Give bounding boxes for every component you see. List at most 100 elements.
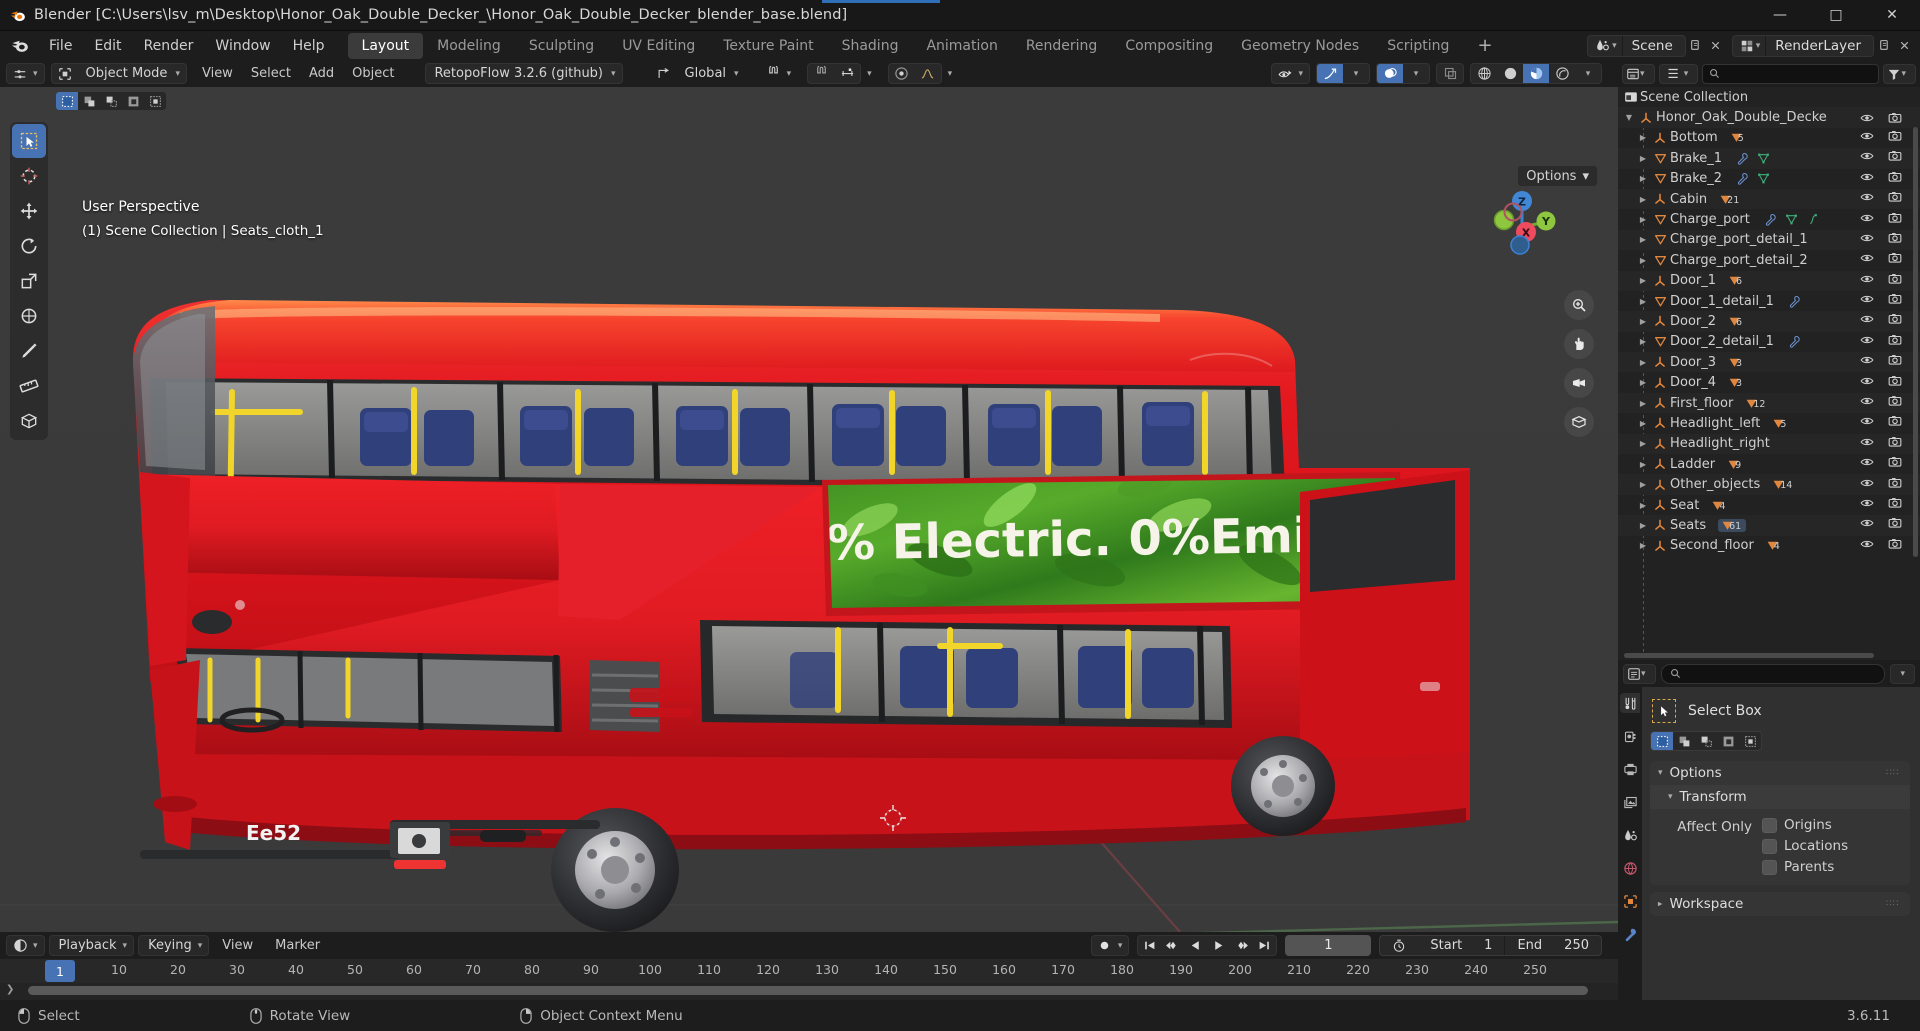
current-frame-field[interactable]: 1 [1285,935,1372,956]
affect-locations-checkbox[interactable]: Locations [1762,838,1848,854]
checkbox-box[interactable] [1762,817,1777,833]
viewport-3d[interactable]: 100% Electric. 0%Emissions. Ee52 ▾ Objec… [0,60,1618,932]
eye-icon[interactable] [1860,272,1874,290]
outliner-row[interactable]: ▶ Brake_2 [1618,169,1920,189]
select-intersect-icon[interactable] [144,92,166,110]
tool-select-set-icon[interactable] [1651,732,1673,750]
outliner-row[interactable]: ▶ Door_1 6 [1618,270,1920,291]
affect-origins-checkbox[interactable]: Origins [1762,817,1848,833]
camera-icon[interactable] [1888,496,1902,514]
row-visibility-icons[interactable] [1860,353,1902,371]
outliner-object-name[interactable]: Door_1_detail_1 [1670,294,1774,309]
outliner-row[interactable]: ▶ First_floor 12 [1618,392,1920,414]
outliner-filter-button[interactable]: ▾ [1883,63,1916,84]
row-visibility-icons[interactable] [1860,374,1902,392]
properties-editor[interactable]: ▾ ▾ Select Box ▾ Options ∷∷ ▾ Transform … [1618,660,1920,1031]
eye-icon[interactable] [1860,374,1874,392]
keying-menu[interactable]: Keying ▾ [138,935,210,956]
playback-menu[interactable]: Playback ▾ [48,935,135,956]
move-view-icon[interactable] [1564,329,1594,359]
outliner-row[interactable]: ▶ Charge_port_detail_1 [1618,229,1920,251]
toggle-camera-view-icon[interactable] [1564,368,1594,398]
viewport-nav-buttons[interactable] [1564,290,1594,437]
camera-icon[interactable] [1888,537,1902,555]
disclosure-triangle-icon[interactable]: ▶ [1636,297,1650,306]
tool-select-extend-icon[interactable] [1673,732,1695,750]
collection-disclosure-icon[interactable]: ▼ [1622,113,1636,122]
eye-icon[interactable] [1860,353,1874,371]
disclosure-triangle-icon[interactable]: ▶ [1636,256,1650,265]
zoom-view-icon[interactable] [1564,290,1594,320]
outliner-object-name[interactable]: Second_floor [1670,538,1754,553]
falloff-curve-icon[interactable] [915,64,941,83]
outliner-object-name[interactable]: Headlight_left [1670,416,1760,431]
viewport-render-area[interactable]: 100% Electric. 0%Emissions. Ee52 [0,60,1618,932]
disclosure-triangle-icon[interactable]: ▶ [1636,133,1650,142]
eye-icon[interactable] [1860,251,1874,269]
outliner-display-mode-selector[interactable]: ☰ ▾ [1658,63,1699,84]
timeline-menu-view[interactable]: View [213,935,262,956]
camera-icon[interactable] [1888,190,1902,208]
proportional-falloff-group[interactable] [887,63,942,84]
tab-modifiers[interactable] [1620,924,1640,944]
outliner-horizontal-scrollbar[interactable] [1624,653,1874,658]
end-frame-field[interactable]: End 250 [1505,936,1601,955]
disclosure-triangle-icon[interactable]: ▶ [1636,439,1650,448]
outliner-row[interactable]: ▶ Door_2_detail_1 [1618,332,1920,352]
eye-icon[interactable] [1860,231,1874,249]
menu-render[interactable]: Render [133,35,205,57]
properties-editor-type-selector[interactable]: ▾ [1623,663,1656,684]
row-visibility-icons[interactable] [1860,414,1902,432]
outliner-object-name[interactable]: Charge_port [1670,212,1750,227]
start-frame-value[interactable]: 1 [1484,938,1492,953]
camera-icon[interactable] [1888,211,1902,229]
transform-subpanel-header[interactable]: ▾ Transform [1650,785,1910,809]
overlay-toggle-group[interactable]: ▾ [1376,63,1430,84]
outliner-row[interactable]: ▶ Door_2 6 [1618,311,1920,332]
editor-type-selector[interactable]: ▾ [6,63,45,84]
tool-select-invert-icon[interactable] [1717,732,1739,750]
disclosure-triangle-icon[interactable]: ▶ [1636,235,1650,244]
curve-data-icon[interactable] [1806,213,1819,226]
maximize-button[interactable]: □ [1808,0,1864,31]
minimize-button[interactable]: — [1752,0,1808,31]
outliner-object-name[interactable]: Seat [1670,498,1699,513]
scene-name[interactable]: Scene [1623,38,1685,54]
disclosure-triangle-icon[interactable]: ▶ [1636,501,1650,510]
mesh-data-icon[interactable] [1785,213,1798,226]
outliner-object-name[interactable]: Bottom [1670,130,1718,145]
visibility-selector[interactable]: ▾ [1271,63,1310,84]
disclosure-triangle-icon[interactable]: ▶ [1636,195,1650,204]
viewport-toolbar[interactable] [10,122,48,440]
unlink-scene-icon[interactable] [1706,35,1726,57]
eye-icon[interactable] [1860,333,1874,351]
eye-icon[interactable] [1860,537,1874,555]
tab-layout[interactable]: Layout [347,32,424,59]
retopoflow-addon-selector[interactable]: RetopoFlow 3.2.6 (github) ▾ [425,63,623,84]
viewport-menu-view[interactable]: View [193,63,242,84]
object-visibility-icon[interactable] [1272,63,1298,84]
menu-help[interactable]: Help [282,35,336,57]
tab-sculpting[interactable]: Sculpting [515,33,608,59]
camera-icon[interactable] [1888,374,1902,392]
camera-icon[interactable] [1888,333,1902,351]
timeline-expand-icon[interactable]: ❯ [6,984,14,995]
row-visibility-icons[interactable] [1860,496,1902,514]
eye-icon[interactable] [1860,312,1874,330]
outliner-row[interactable]: ▶ Bottom 5 [1618,128,1920,148]
outliner-object-name[interactable]: Seats [1670,518,1706,533]
eye-icon[interactable] [1860,516,1874,534]
camera-icon[interactable] [1888,149,1902,167]
viewport-menu-add[interactable]: Add [300,63,343,84]
play-button[interactable] [1207,936,1230,955]
outliner-object-name[interactable]: Charge_port_detail_2 [1670,253,1808,268]
tab-animation[interactable]: Animation [912,33,1011,59]
outliner-object-name[interactable]: Headlight_right [1670,436,1770,451]
jump-to-start-button[interactable] [1138,936,1161,955]
timeline-horizontal-scrollbar[interactable] [28,986,1588,995]
transform-orientation-label[interactable]: Global [677,66,734,81]
select-subtract-icon[interactable] [100,92,122,110]
camera-icon[interactable] [1888,353,1902,371]
properties-tab-column[interactable] [1618,687,1642,1031]
camera-icon[interactable] [1888,435,1902,453]
